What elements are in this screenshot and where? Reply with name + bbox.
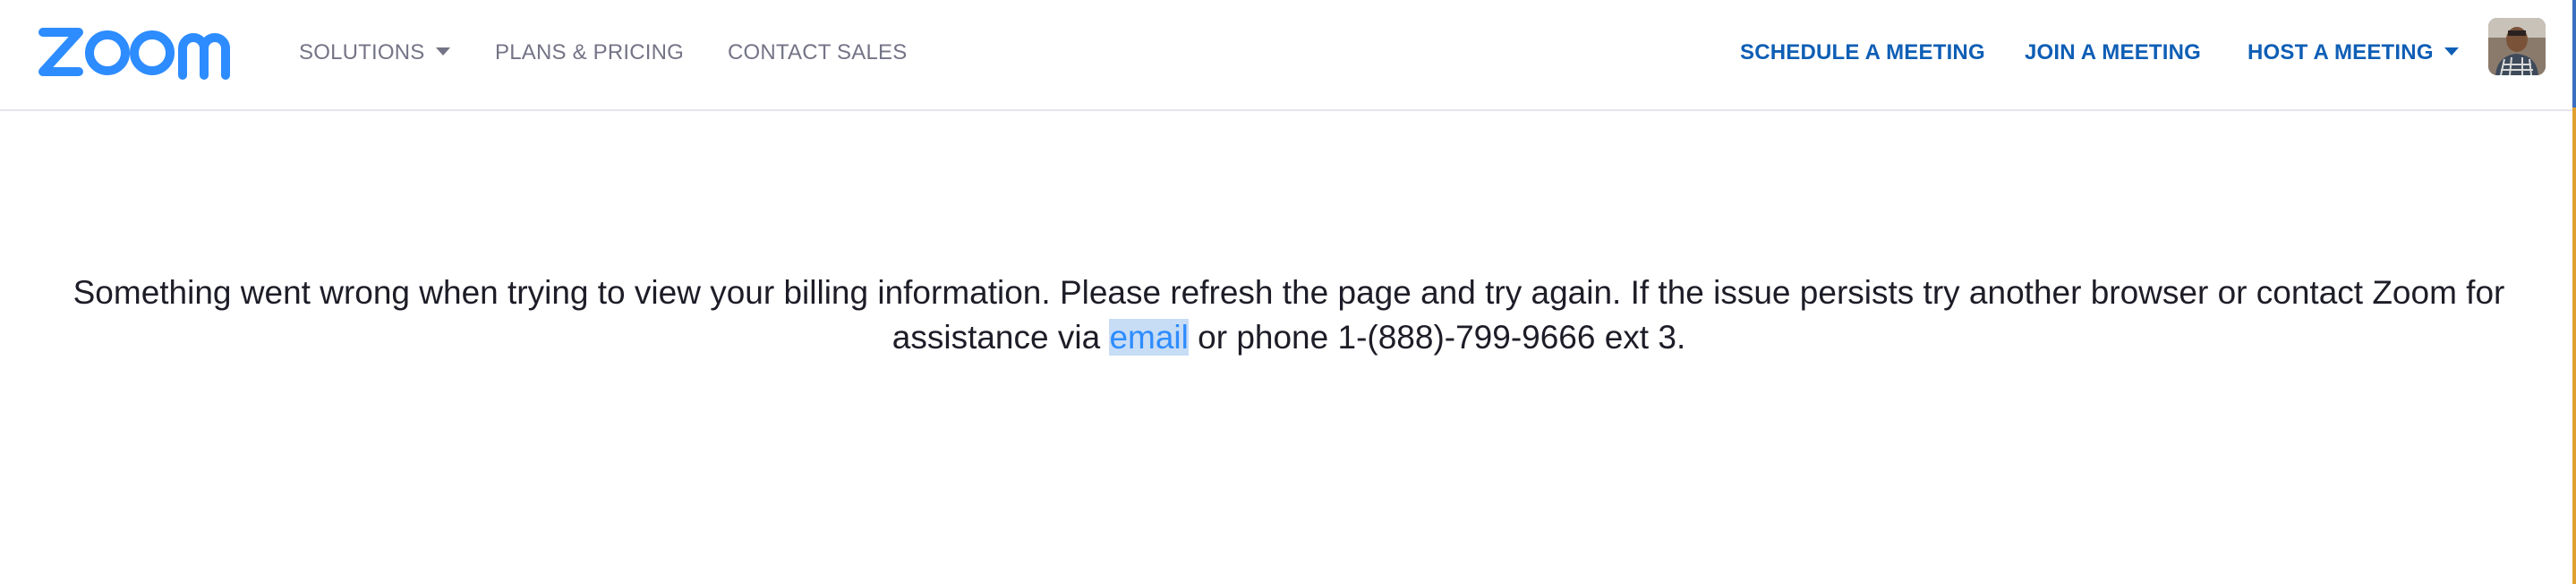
window-edge-top bbox=[2572, 0, 2576, 107]
nav-plans-pricing[interactable]: PLANS & PRICING bbox=[495, 39, 684, 66]
nav-plans-pricing-label: PLANS & PRICING bbox=[495, 40, 685, 64]
zoom-logo[interactable] bbox=[38, 20, 238, 82]
error-text-after: or phone 1-(888)-799-9666 ext 3. bbox=[1188, 319, 1686, 356]
caret-down-icon bbox=[435, 47, 450, 56]
caret-down-icon bbox=[2444, 47, 2459, 56]
user-photo-icon bbox=[2488, 18, 2546, 75]
nav-contact-sales-label: CONTACT SALES bbox=[728, 40, 908, 64]
join-meeting-label: JOIN A MEETING bbox=[2025, 40, 2202, 64]
email-link[interactable]: email bbox=[1109, 319, 1189, 356]
schedule-meeting-label: SCHEDULE A MEETING bbox=[1740, 40, 1985, 64]
billing-error-message: Something went wrong when trying to view… bbox=[72, 271, 2506, 360]
avatar[interactable] bbox=[2488, 18, 2546, 75]
schedule-meeting-link[interactable]: SCHEDULE A MEETING bbox=[1740, 39, 1985, 66]
nav-solutions[interactable]: SOLUTIONS bbox=[299, 39, 450, 66]
host-meeting-label: HOST A MEETING bbox=[2248, 40, 2434, 64]
host-meeting-dropdown[interactable]: HOST A MEETING bbox=[2248, 39, 2459, 66]
top-navigation-bar: SOLUTIONS PLANS & PRICING CONTACT SALES … bbox=[0, 0, 2576, 111]
join-meeting-link[interactable]: JOIN A MEETING bbox=[2025, 39, 2201, 66]
nav-contact-sales[interactable]: CONTACT SALES bbox=[728, 39, 907, 66]
nav-solutions-label: SOLUTIONS bbox=[299, 40, 425, 64]
